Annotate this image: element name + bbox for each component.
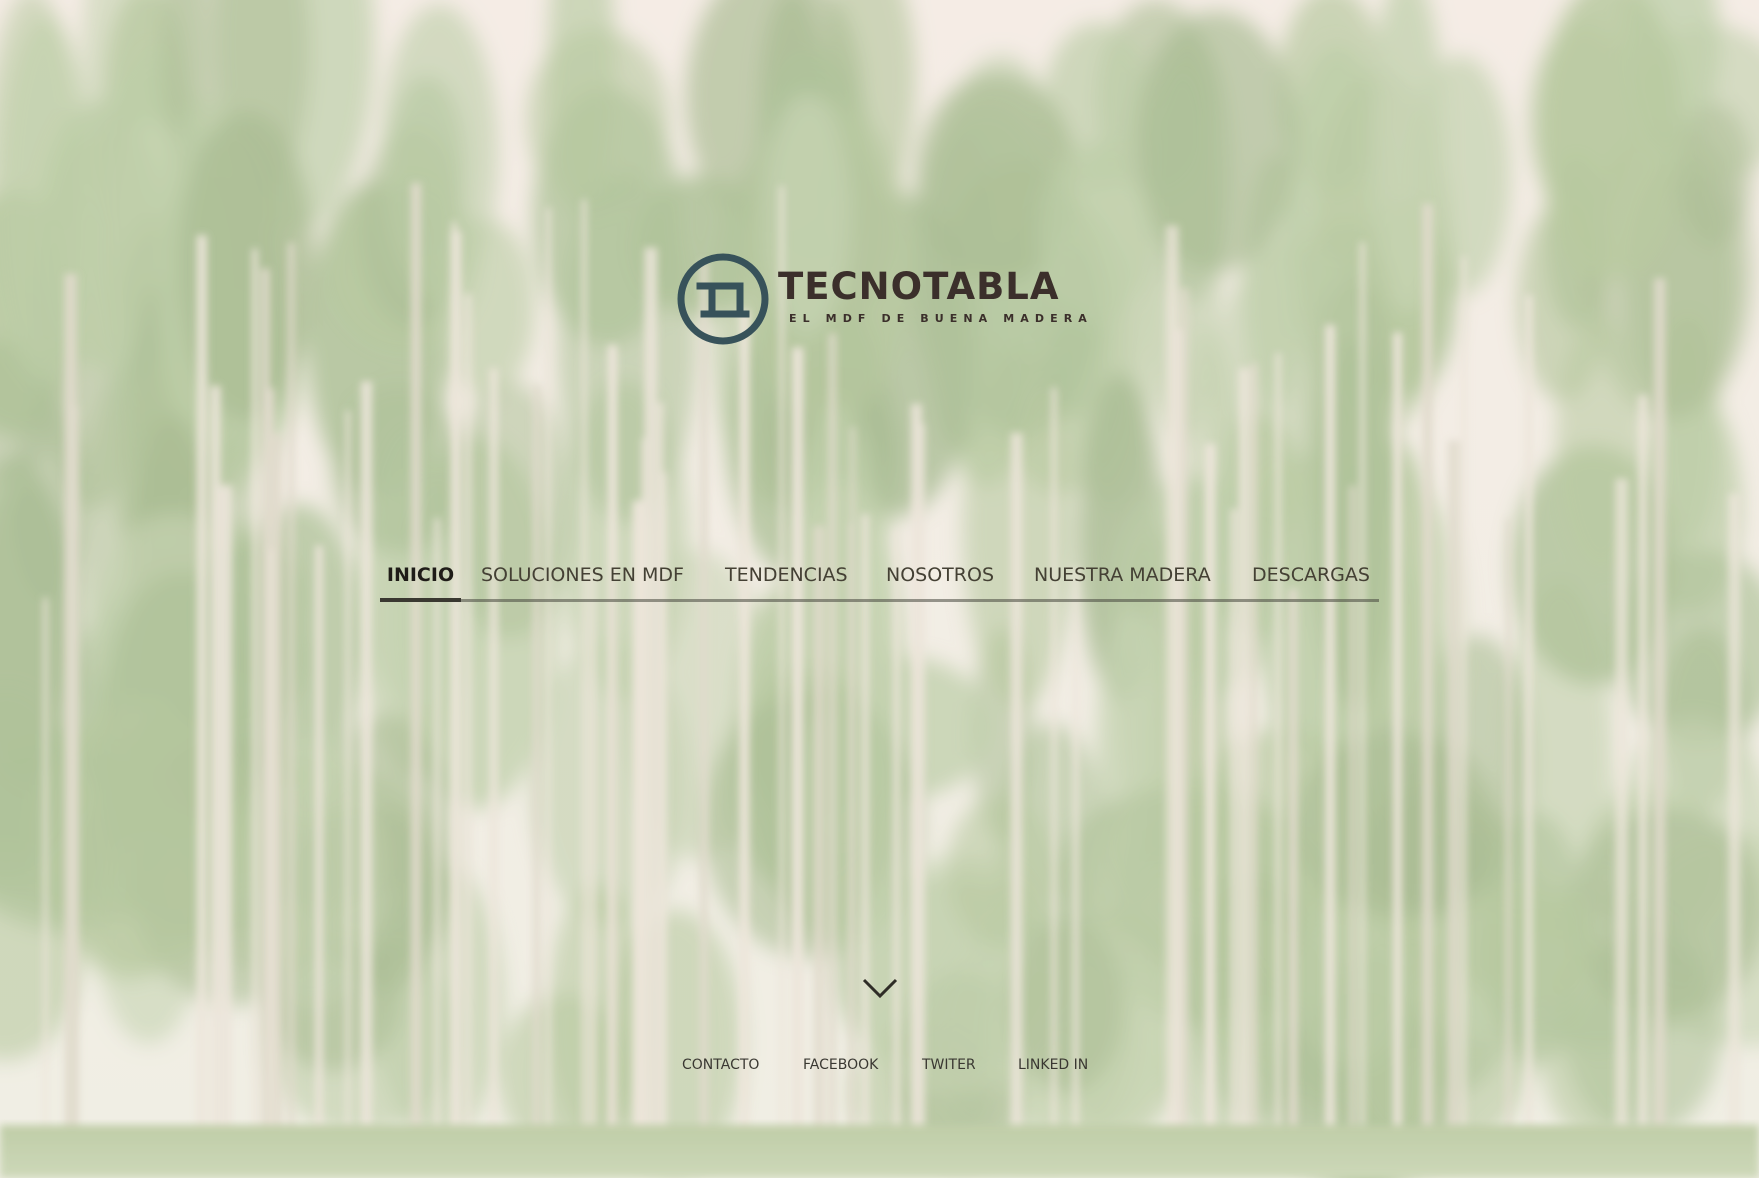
- nav-item-soluciones-en-mdf[interactable]: SOLUCIONES EN MDF: [481, 556, 684, 602]
- footer-links: CONTACTO FACEBOOK TWITER LINKED IN: [0, 1057, 1759, 1077]
- chevron-down-icon[interactable]: [862, 977, 898, 999]
- nav-item-descargas[interactable]: DESCARGAS: [1252, 556, 1370, 602]
- footer-link-contacto[interactable]: CONTACTO: [682, 1057, 759, 1073]
- brand-tagline: EL MDF DE BUENA MADERA: [789, 312, 1093, 325]
- footer-link-twiter[interactable]: TWITER: [922, 1057, 976, 1073]
- footer-link-facebook[interactable]: FACEBOOK: [803, 1057, 878, 1073]
- nav-item-nosotros[interactable]: NOSOTROS: [886, 556, 994, 602]
- hero-background: TECNOTABLA EL MDF DE BUENA MADERA INICIO…: [0, 0, 1759, 1178]
- nav-item-inicio[interactable]: INICIO: [380, 556, 461, 602]
- brand-logo[interactable]: TECNOTABLA EL MDF DE BUENA MADERA: [676, 252, 1087, 348]
- main-navigation: INICIO SOLUCIONES EN MDF TENDENCIAS NOSO…: [380, 556, 1379, 602]
- nav-item-tendencias[interactable]: TENDENCIAS: [725, 556, 848, 602]
- nav-item-nuestra-madera[interactable]: NUESTRA MADERA: [1034, 556, 1211, 602]
- logo-mark-icon: [677, 253, 769, 345]
- footer-link-linked-in[interactable]: LINKED IN: [1018, 1057, 1088, 1073]
- brand-name: TECNOTABLA: [778, 265, 1060, 308]
